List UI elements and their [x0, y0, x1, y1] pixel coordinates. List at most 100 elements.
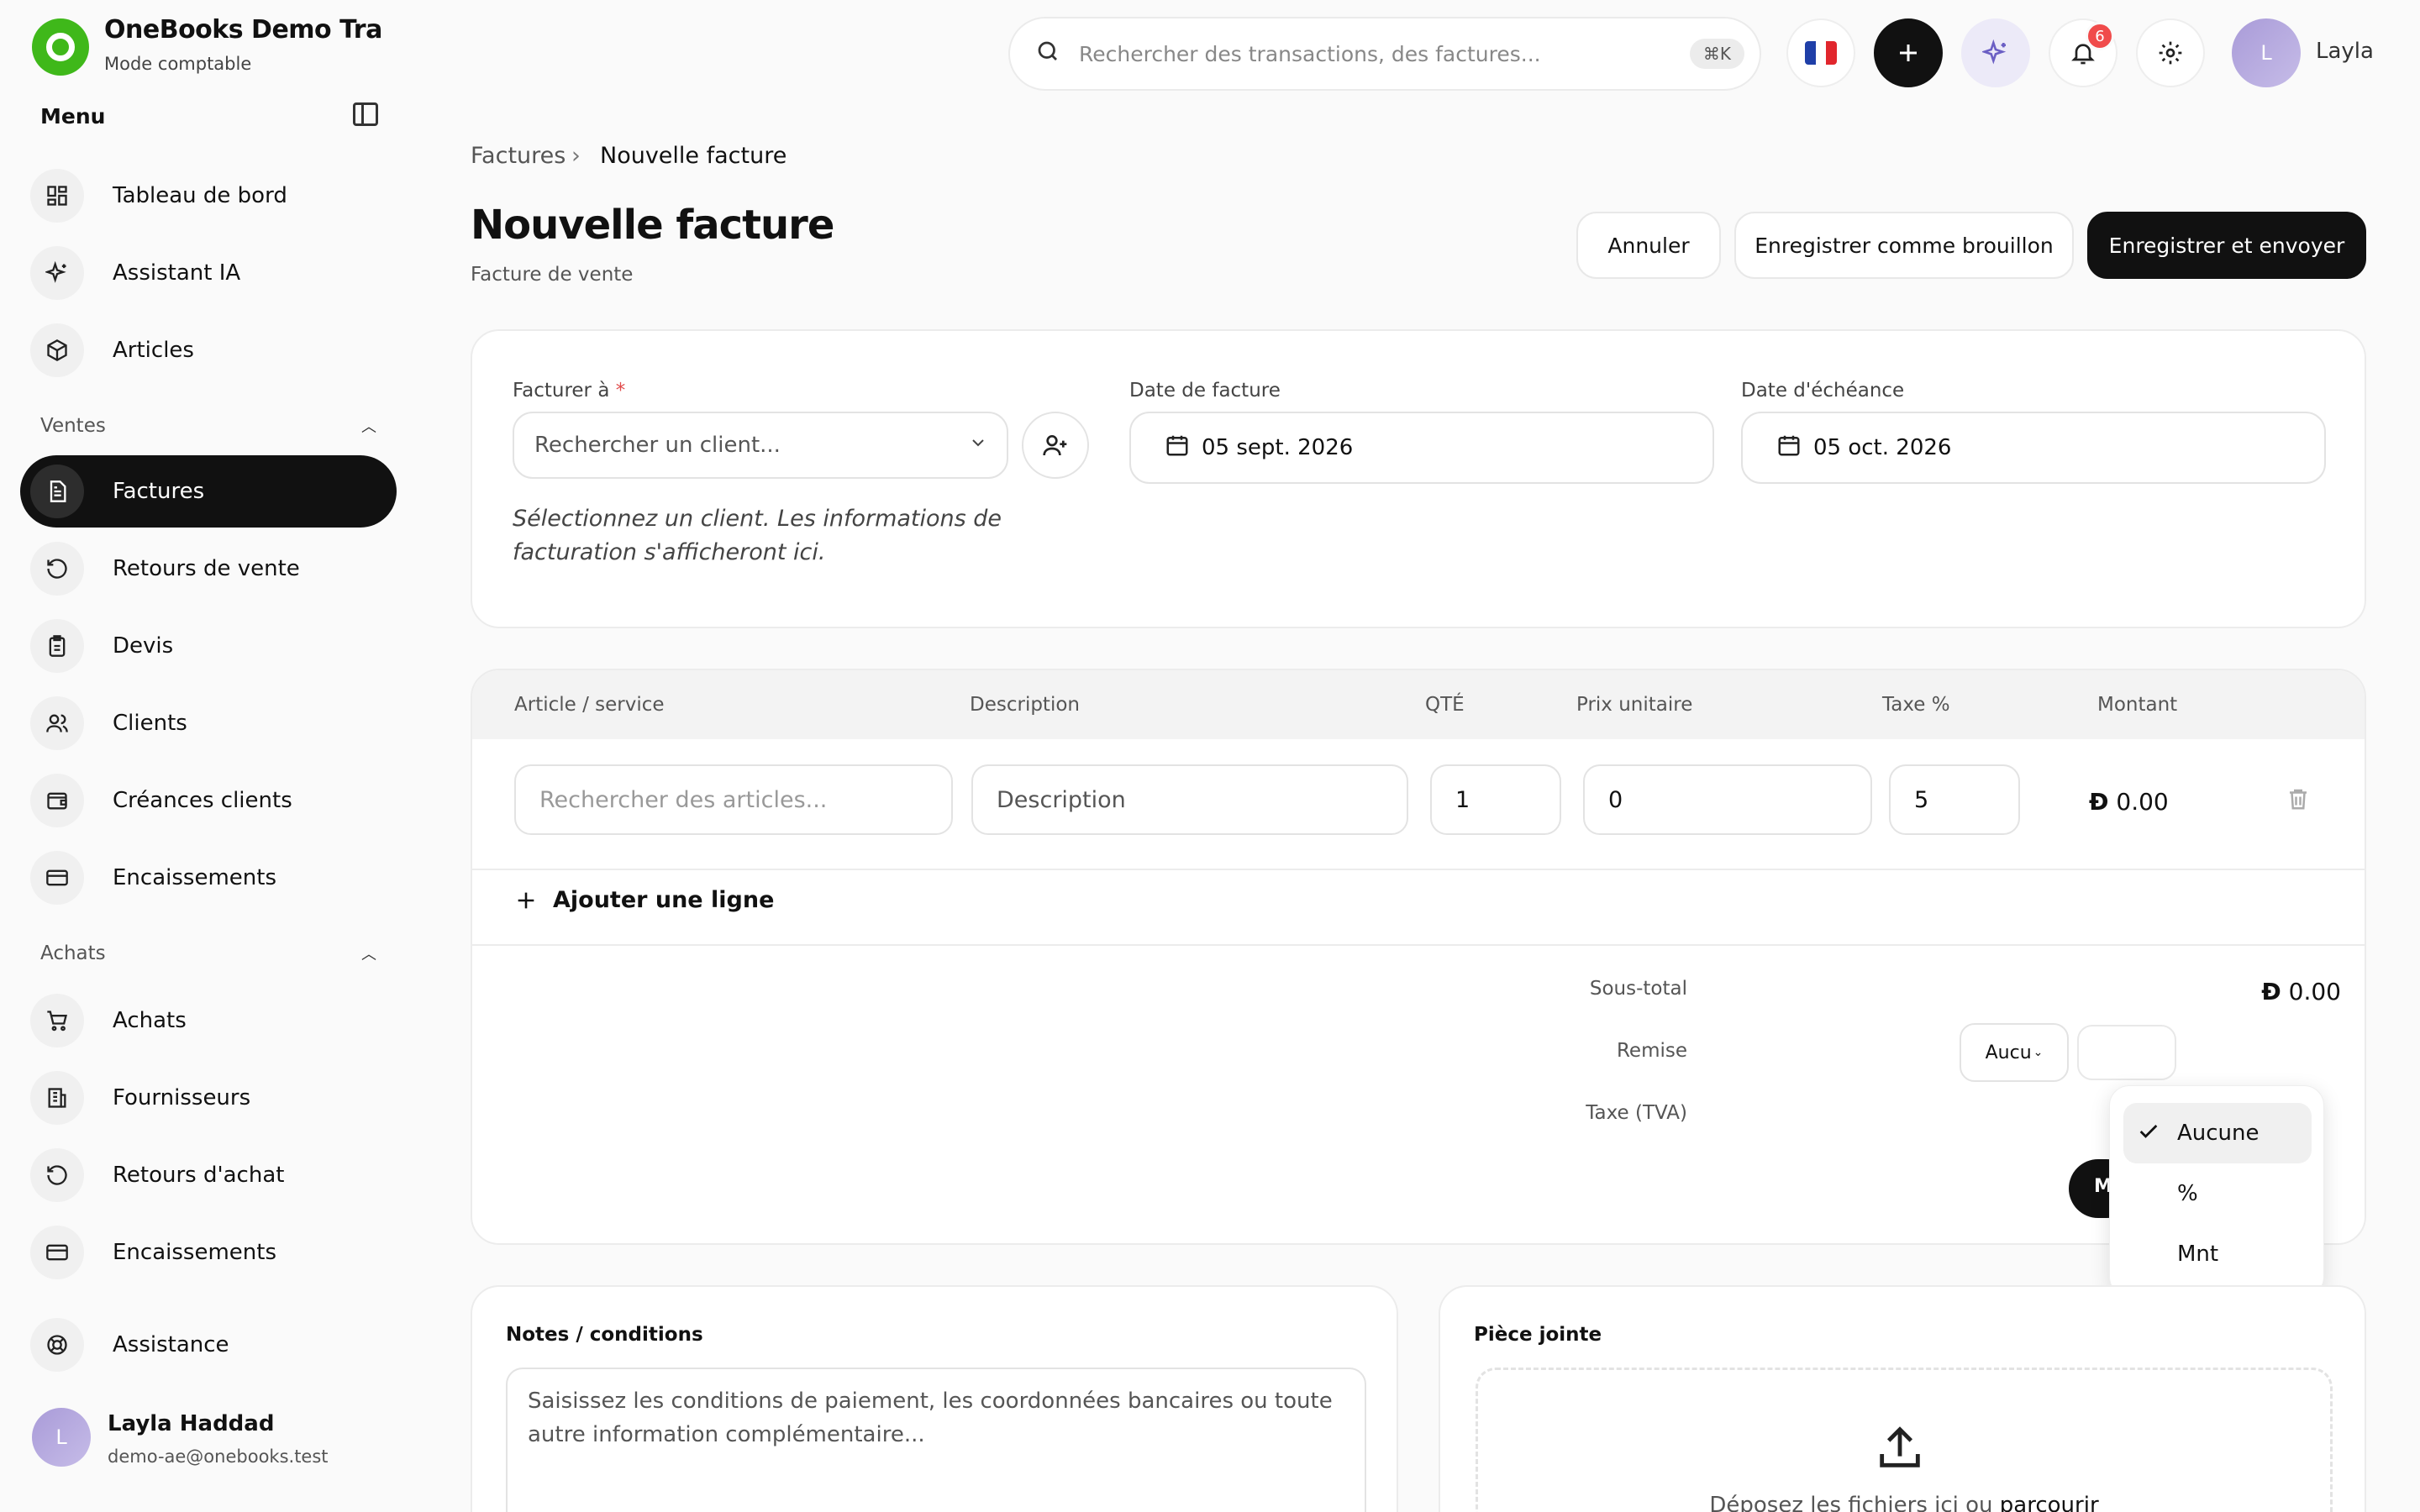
- divider: [472, 869, 2365, 870]
- sidebar-item-purchases[interactable]: Achats: [20, 984, 397, 1057]
- sidebar-item-dashboard[interactable]: Tableau de bord: [20, 160, 397, 232]
- discount-type-select[interactable]: Aucu ⌄: [1960, 1023, 2069, 1082]
- header-username[interactable]: Layla: [2316, 39, 2374, 64]
- brand-logo: [32, 18, 89, 76]
- user-plus-icon: [1043, 435, 1067, 456]
- column-header-unit-price: Prix unitaire: [1576, 694, 1693, 716]
- discount-value-input[interactable]: [2077, 1025, 2176, 1080]
- article-search-input[interactable]: Rechercher des articles...: [514, 764, 953, 835]
- section-ventes[interactable]: Ventes: [40, 415, 106, 437]
- avatar[interactable]: L: [2232, 18, 2301, 87]
- language-flag-button[interactable]: [1786, 18, 1855, 87]
- return-icon: [30, 542, 84, 596]
- sidebar-toggle-icon[interactable]: [353, 102, 378, 126]
- user-name: Layla Haddad: [108, 1411, 275, 1436]
- line-amount: Ð 0.00: [2089, 788, 2169, 816]
- check-icon: [2137, 1120, 2160, 1149]
- user-avatar[interactable]: L: [32, 1408, 91, 1467]
- sparkles-icon: [1982, 39, 2007, 65]
- calendar-icon: [1776, 433, 1802, 464]
- sidebar-item-label: Clients: [113, 711, 187, 736]
- attachment-card: Pièce jointe Déposez les fichiers ici ou…: [1439, 1285, 2366, 1512]
- sidebar-item-label: Retours d'achat: [113, 1163, 285, 1188]
- invoice-date-label: Date de facture: [1129, 380, 1281, 402]
- sidebar-item-support[interactable]: Assistance: [20, 1309, 397, 1381]
- save-send-button[interactable]: Enregistrer et envoyer: [2087, 212, 2366, 279]
- sidebar-item-label: Articles: [113, 338, 194, 363]
- sidebar-item-ai-assistant[interactable]: Assistant IA: [20, 237, 397, 309]
- invoice-icon: [30, 465, 84, 518]
- sidebar-item-suppliers[interactable]: Fournisseurs: [20, 1062, 397, 1134]
- user-email: demo-ae@onebooks.test: [108, 1446, 329, 1467]
- section-achats[interactable]: Achats: [40, 942, 106, 964]
- global-search[interactable]: Rechercher des transactions, des facture…: [1008, 17, 1761, 91]
- chevron-up-icon[interactable]: ︿: [361, 415, 376, 437]
- due-date-field[interactable]: 05 oct. 2026: [1741, 412, 2326, 484]
- save-draft-button[interactable]: Enregistrer comme brouillon: [1734, 212, 2074, 279]
- sidebar-item-purchase-returns[interactable]: Retours d'achat: [20, 1139, 397, 1211]
- dropdown-option-amount[interactable]: Mnt: [2123, 1224, 2312, 1284]
- create-button[interactable]: [1874, 18, 1943, 87]
- notification-badge: 6: [2086, 22, 2114, 50]
- cancel-button[interactable]: Annuler: [1576, 212, 1721, 279]
- sidebar-item-clients[interactable]: Clients: [20, 687, 397, 759]
- delete-line-button[interactable]: [2286, 786, 2311, 817]
- subtotal-label: Sous-total: [1589, 978, 1687, 1000]
- page-subtitle: Facture de vente: [471, 264, 634, 286]
- gear-icon: [2159, 41, 2182, 65]
- invoice-date-field[interactable]: 05 sept. 2026: [1129, 412, 1714, 484]
- sidebar-item-receipts[interactable]: Encaissements: [20, 842, 397, 914]
- search-icon: [1035, 39, 1060, 70]
- add-client-button[interactable]: [1022, 412, 1089, 479]
- tax-percent-input[interactable]: 5: [1889, 764, 2020, 835]
- sidebar-item-label: Tableau de bord: [113, 183, 287, 208]
- sidebar-item-label: Assistance: [113, 1332, 229, 1357]
- column-header-description: Description: [970, 694, 1080, 716]
- ai-assistant-button[interactable]: [1961, 18, 2030, 87]
- upload-icon: [1873, 1420, 1927, 1480]
- sidebar-item-purchase-payments[interactable]: Encaissements: [20, 1216, 397, 1289]
- sidebar-item-label: Achats: [113, 1008, 187, 1033]
- sidebar-item-label: Assistant IA: [113, 260, 241, 286]
- cart-icon: [30, 994, 84, 1047]
- client-select[interactable]: Rechercher un client...: [513, 412, 1008, 479]
- sidebar-item-label: Devis: [113, 633, 174, 659]
- chevron-up-icon[interactable]: ︿: [361, 942, 376, 964]
- line-items-card: Article / service Description QTÉ Prix u…: [471, 669, 2366, 1245]
- column-header-qty: QTÉ: [1425, 694, 1465, 716]
- company-name[interactable]: OneBooks Demo Tradin...: [104, 15, 381, 45]
- sidebar-item-receivables[interactable]: Créances clients: [20, 764, 397, 837]
- file-drop-zone[interactable]: Déposez les fichiers ici ou parcourir: [1476, 1368, 2333, 1512]
- sparkles-icon: [30, 246, 84, 300]
- attachment-title: Pièce jointe: [1474, 1324, 1602, 1346]
- description-input[interactable]: Description: [971, 764, 1408, 835]
- dropdown-option-aucune[interactable]: Aucune: [2123, 1103, 2312, 1163]
- sidebar-item-label: Créances clients: [113, 788, 292, 813]
- sidebar-item-articles[interactable]: Articles: [20, 314, 397, 386]
- table-header: Article / service Description QTÉ Prix u…: [472, 670, 2365, 739]
- page-title: Nouvelle facture: [471, 202, 834, 249]
- unit-price-input[interactable]: 0: [1583, 764, 1872, 835]
- sidebar-item-label: Encaissements: [113, 1240, 276, 1265]
- discount-type-dropdown: Aucune % Mnt: [2109, 1085, 2324, 1297]
- search-input[interactable]: Rechercher des transactions, des facture…: [1079, 42, 1690, 66]
- settings-button[interactable]: [2136, 18, 2205, 87]
- plus-icon: [518, 892, 534, 908]
- sidebar-item-label: Retours de vente: [113, 556, 300, 581]
- sidebar-item-invoices[interactable]: Factures: [20, 455, 397, 528]
- clipboard-icon: [30, 619, 84, 673]
- add-line-button[interactable]: Ajouter une ligne: [514, 887, 774, 913]
- tax-vat-label: Taxe (TVA): [1586, 1102, 1687, 1124]
- column-header-article: Article / service: [514, 694, 665, 716]
- dropdown-option-percent[interactable]: %: [2123, 1163, 2312, 1224]
- sidebar-item-sales-returns[interactable]: Retours de vente: [20, 533, 397, 605]
- client-hint: Sélectionnez un client. Les informations…: [513, 506, 1002, 565]
- quantity-input[interactable]: 1: [1430, 764, 1561, 835]
- chevron-down-icon: [968, 433, 988, 459]
- browse-link[interactable]: parcourir: [2000, 1493, 2099, 1512]
- notes-textarea[interactable]: Saisissez les conditions de paiement, le…: [506, 1368, 1366, 1512]
- breadcrumb-parent[interactable]: Factures: [471, 143, 566, 169]
- sidebar-item-quotes[interactable]: Devis: [20, 610, 397, 682]
- trash-icon: [2290, 789, 2307, 810]
- breadcrumb-current: Nouvelle facture: [600, 143, 787, 169]
